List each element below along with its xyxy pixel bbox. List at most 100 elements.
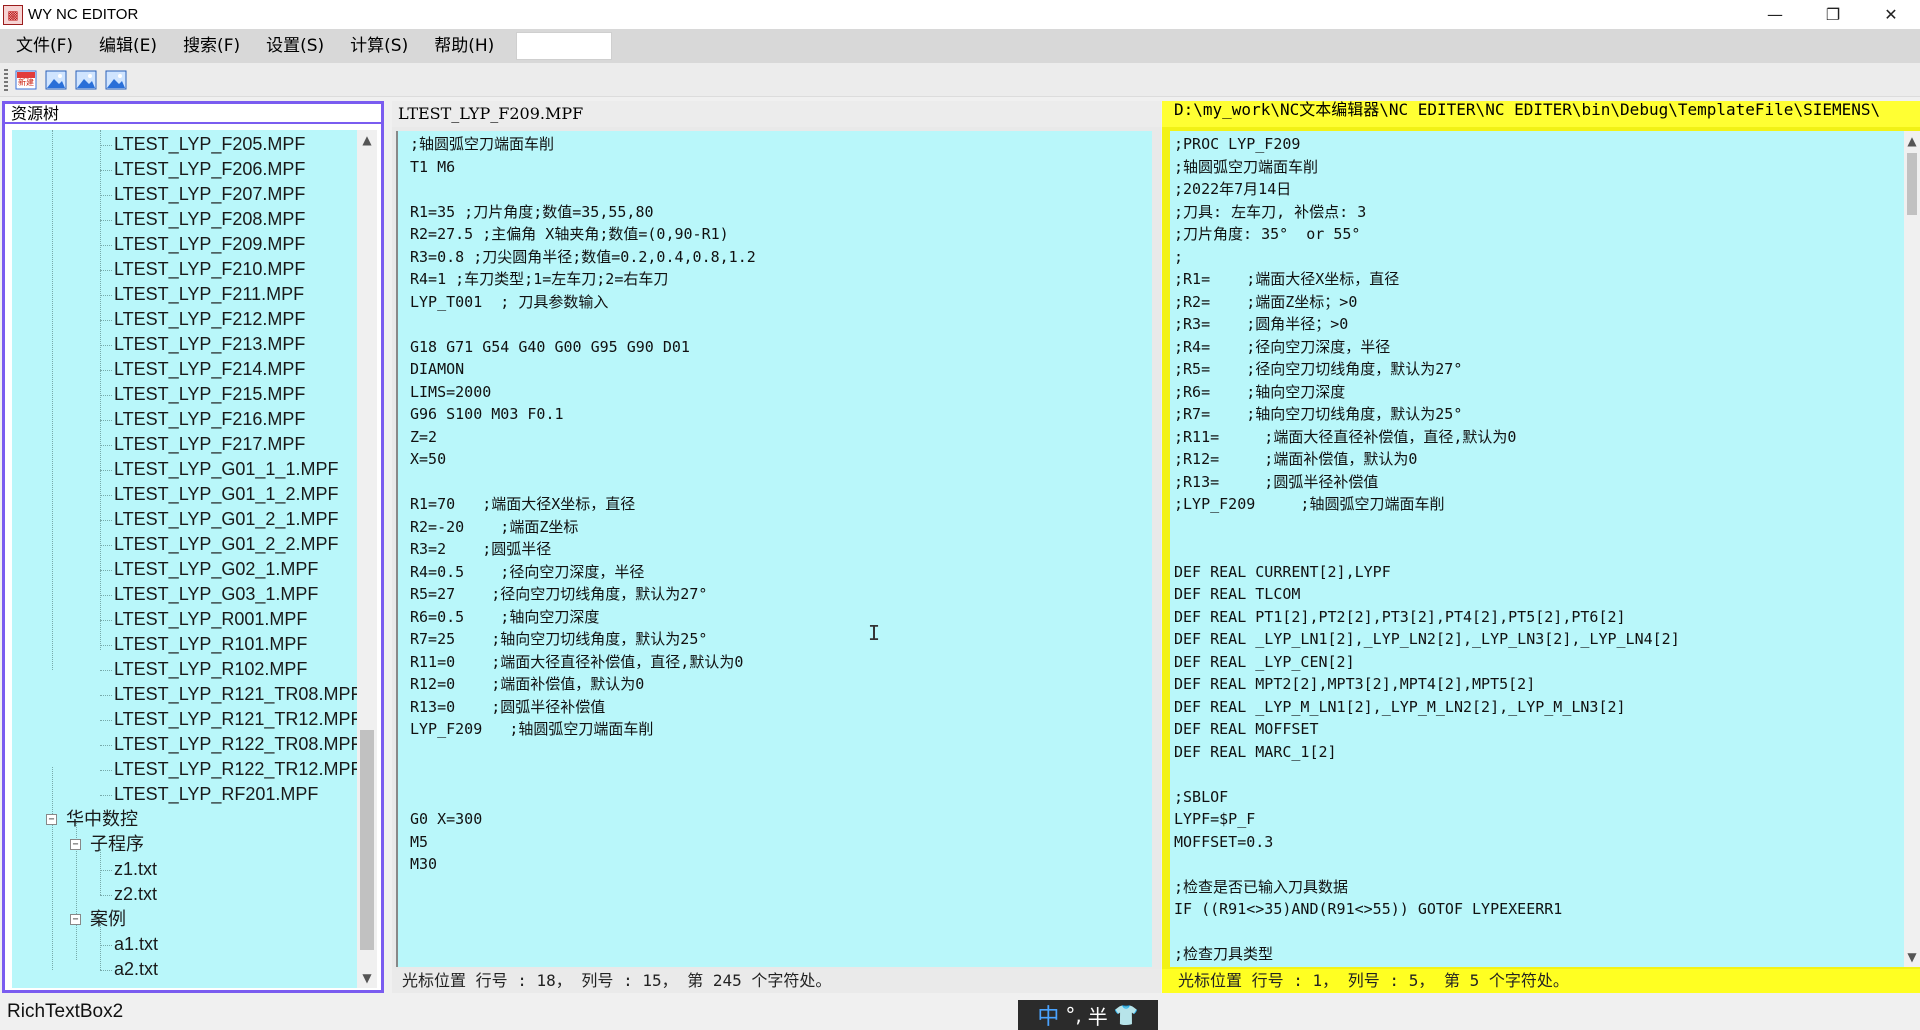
image-button-2[interactable] bbox=[74, 68, 98, 92]
tree-item-file[interactable]: LTEST_LYP_R122_TR08.MPF bbox=[114, 732, 358, 757]
template-code-line[interactable]: DEF REAL PT1[2],PT2[2],PT3[2],PT4[2],PT5… bbox=[1174, 606, 1680, 629]
editor-code-line[interactable]: R3=0.8 ;刀尖圆角半径;数值=0.2,0.4,0.8,1.2 bbox=[410, 246, 756, 269]
editor-code-line[interactable]: R4=1 ;车刀类型;1=左车刀;2=右车刀 bbox=[410, 268, 756, 291]
template-code-line[interactable] bbox=[1174, 921, 1680, 944]
template-code-line[interactable]: ;2022年7月14日 bbox=[1174, 178, 1680, 201]
scroll-down-arrow-icon[interactable]: ▼ bbox=[1904, 947, 1920, 967]
template-code-line[interactable]: DEF REAL _LYP_M_LN1[2],_LYP_M_LN2[2],_LY… bbox=[1174, 696, 1680, 719]
new-file-button[interactable]: 新建 bbox=[14, 68, 38, 92]
image-button-3[interactable] bbox=[104, 68, 128, 92]
tree-collapse-icon[interactable]: − bbox=[46, 814, 57, 825]
menu-calculate[interactable]: 计算(S) bbox=[340, 29, 418, 63]
tree-item-file[interactable]: LTEST_LYP_G03_1.MPF bbox=[114, 582, 318, 607]
template-code-line[interactable]: ;R5= ;径向空刀切线角度，默认为27° bbox=[1174, 358, 1680, 381]
editor-code-line[interactable]: R7=25 ;轴向空刀切线角度，默认为25° bbox=[410, 628, 756, 651]
editor-code-line[interactable]: R2=-20 ;端面Z坐标 bbox=[410, 516, 756, 539]
tree-item-file[interactable]: LTEST_LYP_F209.MPF bbox=[114, 232, 305, 257]
minimize-button[interactable]: — bbox=[1746, 0, 1804, 29]
template-code-line[interactable]: ; bbox=[1174, 246, 1680, 269]
editor-code-line[interactable]: G18 G71 G54 G40 G00 G95 G90 D01 bbox=[410, 336, 756, 359]
template-code-line[interactable]: ;R1= ;端面大径X坐标，直径 bbox=[1174, 268, 1680, 291]
editor-code-line[interactable]: LYP_F209 ;轴圆弧空刀端面车削 bbox=[410, 718, 756, 741]
template-viewer[interactable]: ;PROC LYP_F209 ;轴圆弧空刀端面车削 ;2022年7月14日 ;刀具: … bbox=[1170, 131, 1904, 967]
editor-code-line[interactable] bbox=[410, 786, 756, 809]
tree-item-file[interactable]: LTEST_LYP_F205.MPF bbox=[114, 132, 305, 157]
template-code-line[interactable]: DEF REAL _LYP_CEN[2] bbox=[1174, 651, 1680, 674]
ime-chinese-mode[interactable]: 中 bbox=[1037, 999, 1059, 1030]
editor-code-line[interactable]: G0 X=300 bbox=[410, 808, 756, 831]
template-code-line[interactable]: DEF REAL MOFFSET bbox=[1174, 718, 1680, 741]
scroll-up-arrow-icon[interactable]: ▲ bbox=[1904, 131, 1920, 151]
scroll-up-arrow-icon[interactable]: ▲ bbox=[357, 130, 377, 150]
editor-code-line[interactable]: Z=2 bbox=[410, 426, 756, 449]
template-scrollbar[interactable]: ▲ ▼ bbox=[1904, 131, 1920, 967]
menu-help[interactable]: 帮助(H) bbox=[424, 29, 504, 63]
template-code-line[interactable]: DEF REAL CURRENT[2],LYPF bbox=[1174, 561, 1680, 584]
template-code-line[interactable]: ;R7= ;轴向空刀切线角度，默认为25° bbox=[1174, 403, 1680, 426]
editor-code-line[interactable]: R2=27.5 ;主偏角 X轴夹角;数值=(0,90-R1) bbox=[410, 223, 756, 246]
resource-tree[interactable]: LTEST_LYP_F205.MPF LTEST_LYP_F206.MPF LTES… bbox=[12, 130, 358, 988]
tree-collapse-icon[interactable]: − bbox=[70, 914, 81, 925]
template-code-line[interactable]: ;刀具: 左车刀, 补偿点: 3 bbox=[1174, 201, 1680, 224]
template-code-line[interactable]: DEF REAL _LYP_LN1[2],_LYP_LN2[2],_LYP_LN… bbox=[1174, 628, 1680, 651]
editor-code-line[interactable]: R1=70 ;端面大径X坐标，直径 bbox=[410, 493, 756, 516]
ime-toolbar[interactable]: 中 °, 半 👕 bbox=[1018, 1000, 1158, 1030]
editor-code-line[interactable]: DIAMON bbox=[410, 358, 756, 381]
code-editor[interactable]: ;轴圆弧空刀端面车削 T1 M6 R1=35 ;刀片角度;数值=35,55,80 R… bbox=[396, 131, 1152, 967]
ime-half-width[interactable]: 半 bbox=[1088, 1001, 1108, 1030]
tree-scroll-thumb[interactable] bbox=[360, 730, 374, 950]
template-code-line[interactable]: ;R13= ;圆弧半径补偿值 bbox=[1174, 471, 1680, 494]
template-code-line[interactable]: ;刀片角度: 35° or 55° bbox=[1174, 223, 1680, 246]
tree-item-file[interactable]: LTEST_LYP_RF201.MPF bbox=[114, 782, 318, 807]
menu-edit[interactable]: 编辑(E) bbox=[89, 29, 167, 63]
tree-item-folder[interactable]: 案例 bbox=[90, 907, 126, 932]
template-code-line[interactable]: MOFFSET=0.3 bbox=[1174, 831, 1680, 854]
template-code-line[interactable]: ;LYP_F209 ;轴圆弧空刀端面车削 bbox=[1174, 493, 1680, 516]
tree-item-file[interactable]: LTEST_LYP_R122_TR12.MPF bbox=[114, 757, 358, 782]
tree-item-file[interactable]: LTEST_LYP_F206.MPF bbox=[114, 157, 305, 182]
template-code-line[interactable]: ;轴圆弧空刀端面车削 bbox=[1174, 156, 1680, 179]
ime-punctuation[interactable]: °, bbox=[1065, 1003, 1081, 1027]
tree-scrollbar[interactable]: ▲ ▼ bbox=[357, 130, 377, 988]
tree-item-file[interactable]: LTEST_LYP_G01_1_2.MPF bbox=[114, 482, 338, 507]
template-code-line[interactable]: DEF REAL TLCOM bbox=[1174, 583, 1680, 606]
editor-code-line[interactable]: G96 S100 M03 F0.1 bbox=[410, 403, 756, 426]
template-code-line[interactable]: ;检查是否已输入刀具数据 bbox=[1174, 876, 1680, 899]
tree-item-file[interactable]: LTEST_LYP_F211.MPF bbox=[114, 282, 304, 307]
tree-item-file[interactable]: LTEST_LYP_F214.MPF bbox=[114, 357, 305, 382]
template-code-line[interactable]: ;R2= ;端面Z坐标；>0 bbox=[1174, 291, 1680, 314]
editor-code-line[interactable]: T1 M6 bbox=[410, 156, 756, 179]
tree-item-folder[interactable]: 子程序 bbox=[90, 832, 144, 857]
editor-code-line[interactable] bbox=[410, 741, 756, 764]
editor-code-line[interactable]: R12=0 ;端面补偿值，默认为0 bbox=[410, 673, 756, 696]
template-code-line[interactable]: ;R3= ;圆角半径；>0 bbox=[1174, 313, 1680, 336]
tree-item-file[interactable]: LTEST_LYP_F215.MPF bbox=[114, 382, 305, 407]
template-code-line[interactable]: IF ((R91<>35)AND(R91<>55)) GOTOF LYPEXEE… bbox=[1174, 898, 1680, 921]
tree-item-file[interactable]: LTEST_LYP_F210.MPF bbox=[114, 257, 305, 282]
editor-code-line[interactable]: M5 bbox=[410, 831, 756, 854]
editor-code-line[interactable]: R11=0 ;端面大径直径补偿值，直径,默认为0 bbox=[410, 651, 756, 674]
tree-item-file[interactable]: LTEST_LYP_R121_TR12.MPF bbox=[114, 707, 358, 732]
template-code-line[interactable]: DEF REAL MPT2[2],MPT3[2],MPT4[2],MPT5[2] bbox=[1174, 673, 1680, 696]
template-code-line[interactable]: LYPF=$P_F bbox=[1174, 808, 1680, 831]
menu-file[interactable]: 文件(F) bbox=[6, 29, 83, 63]
tree-item-file[interactable]: LTEST_LYP_R101.MPF bbox=[114, 632, 307, 657]
template-scroll-thumb[interactable] bbox=[1907, 153, 1917, 215]
scroll-down-arrow-icon[interactable]: ▼ bbox=[357, 968, 377, 988]
tree-item-file[interactable]: LTEST_LYP_R121_TR08.MPF bbox=[114, 682, 358, 707]
template-code-line[interactable]: ;检查刀具类型 bbox=[1174, 943, 1680, 966]
tree-item-file[interactable]: LTEST_LYP_G01_2_2.MPF bbox=[114, 532, 338, 557]
tree-item-file[interactable]: z1.txt bbox=[114, 857, 157, 882]
template-code-line[interactable]: ;R4= ;径向空刀深度，半径 bbox=[1174, 336, 1680, 359]
tree-item-file[interactable]: LTEST_LYP_G01_2_1.MPF bbox=[114, 507, 338, 532]
restore-button[interactable]: ❐ bbox=[1804, 0, 1862, 29]
template-code-line[interactable]: ;SBLOF bbox=[1174, 786, 1680, 809]
tree-item-file[interactable]: LTEST_LYP_F208.MPF bbox=[114, 207, 305, 232]
template-code-line[interactable]: ;PROC LYP_F209 bbox=[1174, 133, 1680, 156]
tree-item-file[interactable]: LTEST_LYP_F207.MPF bbox=[114, 182, 305, 207]
editor-code-line[interactable] bbox=[410, 471, 756, 494]
tree-item-file[interactable]: z2.txt bbox=[114, 882, 157, 907]
tree-item-file[interactable]: LTEST_LYP_R001.MPF bbox=[114, 607, 307, 632]
menu-settings[interactable]: 设置(S) bbox=[256, 29, 334, 63]
menu-search[interactable]: 搜索(F) bbox=[173, 29, 250, 63]
